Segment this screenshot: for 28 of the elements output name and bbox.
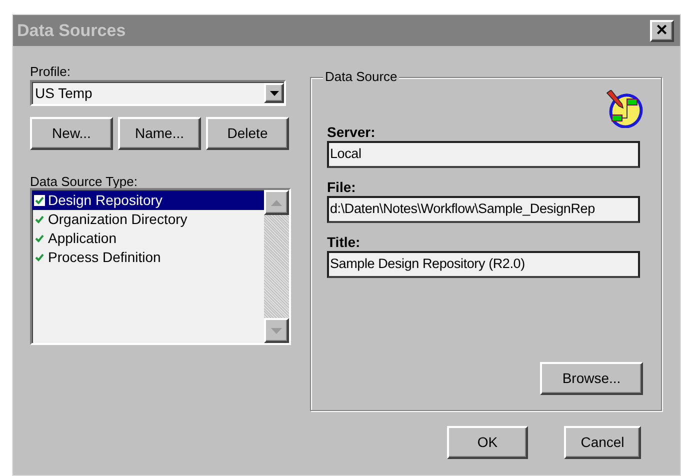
window-title: Data Sources	[17, 20, 126, 42]
field-label: Title:	[327, 233, 362, 251]
text-field[interactable]: d:\Daten\Notes\Workflow\Sample_DesignRep	[327, 196, 640, 223]
scrollbar[interactable]	[264, 190, 289, 343]
close-button[interactable]: ✕	[650, 20, 674, 42]
list-item[interactable]: Organization Directory	[32, 210, 264, 229]
list-item[interactable]: Process Definition	[32, 248, 264, 267]
profile-label: Profile:	[30, 63, 72, 80]
profile-button[interactable]: Delete	[206, 117, 289, 150]
checkmark-icon	[34, 214, 45, 225]
text-field[interactable]: Sample Design Repository (R2.0)	[327, 251, 640, 278]
checkmark-icon	[34, 252, 45, 263]
scroll-up-icon[interactable]	[264, 190, 289, 215]
field-label: File:	[327, 178, 357, 196]
list-item[interactable]: Design Repository	[32, 191, 264, 210]
scroll-down-icon[interactable]	[264, 318, 289, 343]
text-field[interactable]: Local	[327, 141, 640, 168]
profile-dropdown[interactable]: US Temp	[30, 80, 286, 106]
browse-button[interactable]: Browse...	[540, 362, 643, 395]
list-label: Data Source Type:	[30, 173, 138, 188]
profile-button[interactable]: Name...	[118, 117, 201, 150]
dialog-button[interactable]: OK	[447, 426, 528, 459]
checkmark-icon	[34, 233, 45, 244]
profile-button[interactable]: New...	[30, 117, 113, 150]
dialog-button[interactable]: Cancel	[564, 426, 641, 459]
field-label: Server:	[327, 123, 376, 141]
list-item[interactable]: Application	[32, 229, 264, 248]
checkmark-icon	[34, 195, 45, 206]
